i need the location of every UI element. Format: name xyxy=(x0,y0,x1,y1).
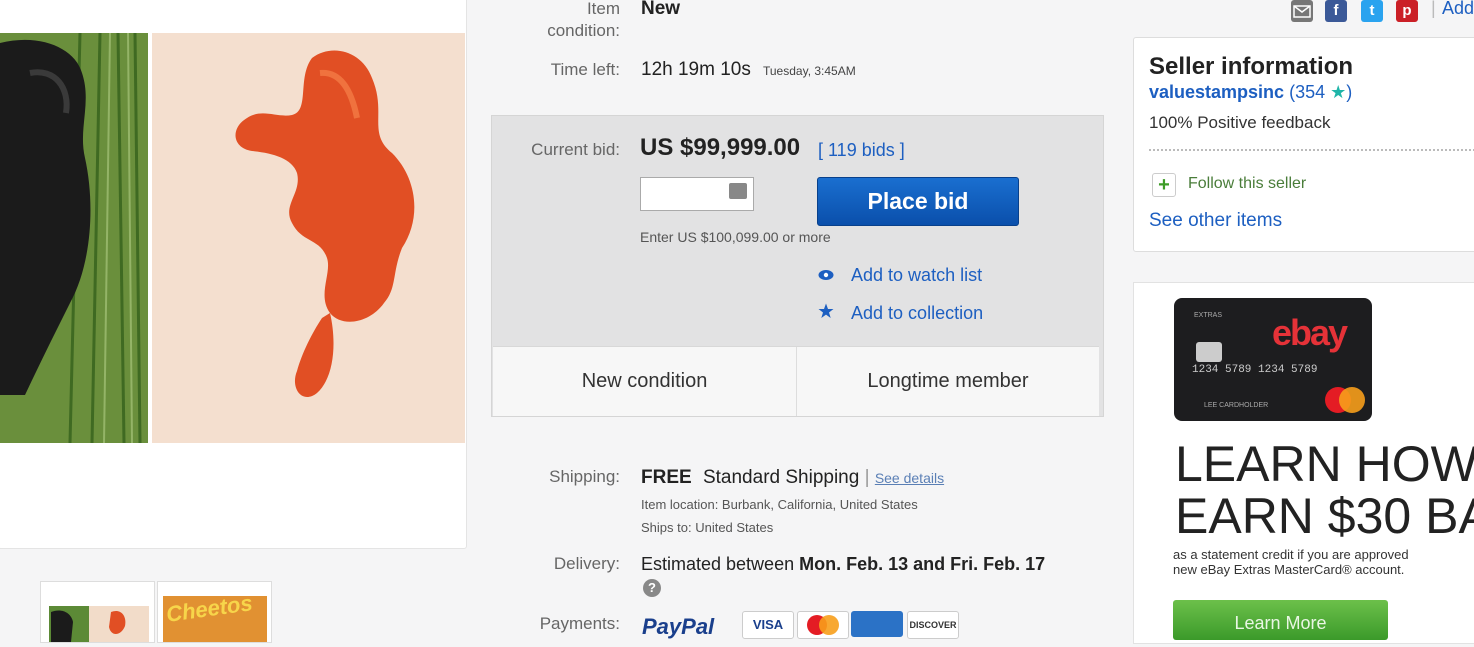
card-holder: LEE CARDHOLDER xyxy=(1204,402,1269,409)
add-to-list-link[interactable]: Add xyxy=(1442,0,1474,19)
visa-logo: VISA xyxy=(742,611,794,639)
ad-body: as a statement credit if you are approve… xyxy=(1173,547,1409,577)
seller-identity: valuestampsinc (354 ★) xyxy=(1149,82,1352,103)
shipping-line: FREE Standard Shipping | See details xyxy=(641,467,944,489)
ships-to: Ships to: United States xyxy=(641,520,774,535)
paypal-logo: PayPal xyxy=(642,614,715,639)
shipping-label: Shipping: xyxy=(549,467,620,486)
seller-score[interactable]: (354 xyxy=(1289,82,1325,102)
ad-body-line2: new eBay Extras MasterCard® account. xyxy=(1173,562,1405,577)
learn-more-button[interactable]: Learn More xyxy=(1173,600,1388,640)
keyboard-icon xyxy=(729,183,747,199)
card-ebay-logo: ebay xyxy=(1272,312,1348,353)
card-tier: EXTRAS xyxy=(1194,312,1223,319)
ad-headline-line1: LEARN HOW xyxy=(1175,436,1474,492)
twitter-icon[interactable]: t xyxy=(1361,0,1383,22)
payments-label: Payments: xyxy=(539,614,620,633)
delivery-dates: Mon. Feb. 13 and Fri. Feb. 17 xyxy=(799,554,1046,574)
thumbnail-gorilla[interactable] xyxy=(40,581,155,643)
ad-headline: LEARN HOW EARN $30 BA xyxy=(1175,438,1474,542)
condition-label: Item condition: xyxy=(490,0,620,42)
time-left-value: 12h 19m 10s xyxy=(641,59,751,80)
ad-headline-line2: EARN $30 BA xyxy=(1175,488,1474,544)
item-location: Item location: Burbank, California, Unit… xyxy=(641,497,918,512)
time-left-end: Tuesday, 3:45AM xyxy=(763,64,856,78)
pinterest-icon[interactable]: p xyxy=(1396,0,1418,22)
watch-list-link[interactable]: Add to watch list xyxy=(818,265,982,286)
place-bid-button[interactable]: Place bid xyxy=(817,177,1019,226)
card-chip xyxy=(1196,342,1222,362)
current-bid-value: US $99,999.00 xyxy=(640,134,801,161)
time-left-label: Time left: xyxy=(550,60,620,79)
bid-count-link[interactable]: [ 119 bids ] xyxy=(818,140,905,161)
ebay-credit-card-image: EXTRAS ebay 1234 5789 1234 5789 LEE CARD… xyxy=(1174,298,1372,421)
condition-value: New xyxy=(641,0,681,19)
share-divider: | xyxy=(1431,0,1436,18)
seller-divider xyxy=(1149,149,1474,151)
shipping-method: Standard Shipping xyxy=(702,467,860,488)
ad-body-line1: as a statement credit if you are approve… xyxy=(1173,547,1409,562)
watch-list-label: Add to watch list xyxy=(851,265,983,285)
eye-icon xyxy=(818,265,836,286)
shipping-separator: | xyxy=(864,467,870,488)
delivery-estimate: Estimated between Mon. Feb. 13 and Fri. … xyxy=(641,554,1045,575)
follow-seller-link[interactable]: Follow this seller xyxy=(1188,175,1306,193)
cheeto-photo[interactable] xyxy=(152,33,465,443)
condition-label-text: Item condition: xyxy=(547,0,620,40)
seller-star-icon: ★ xyxy=(1330,82,1347,102)
discover-logo: DISCOVER xyxy=(907,611,959,639)
card-mastercard-logo xyxy=(1322,386,1368,419)
seller-feedback: 100% Positive feedback xyxy=(1149,113,1331,132)
see-other-items-link[interactable]: See other items xyxy=(1149,210,1282,232)
see-details-link[interactable]: See details xyxy=(875,470,944,486)
bid-minimum-hint: Enter US $100,099.00 or more xyxy=(640,229,831,245)
delivery-text: Estimated between xyxy=(641,554,795,574)
collection-label: Add to collection xyxy=(851,303,984,323)
shipping-free: FREE xyxy=(641,467,692,488)
amex-logo xyxy=(851,611,903,637)
card-number: 1234 5789 1234 5789 xyxy=(1192,364,1318,376)
email-icon[interactable] xyxy=(1291,0,1313,22)
seller-badges-bar: New condition Longtime member xyxy=(493,346,1099,416)
collection-link[interactable]: Add to collection xyxy=(818,303,983,324)
current-bid-label: Current bid: xyxy=(531,140,620,159)
seller-heading: Seller information xyxy=(1149,53,1354,80)
mastercard-logo xyxy=(797,611,849,639)
delivery-help-icon[interactable]: ? xyxy=(643,579,661,597)
badge-new-condition: New condition xyxy=(493,347,797,416)
follow-plus-icon[interactable]: + xyxy=(1152,173,1176,197)
seller-name-link[interactable]: valuestampsinc xyxy=(1149,82,1284,102)
seller-score-close: ) xyxy=(1346,82,1353,102)
thumbnail-cheetos-bag[interactable]: Cheetos xyxy=(157,581,272,643)
delivery-label: Delivery: xyxy=(553,554,620,573)
gorilla-photo[interactable] xyxy=(0,33,148,443)
facebook-icon[interactable]: f xyxy=(1325,0,1347,22)
bid-amount-input[interactable] xyxy=(640,177,754,211)
badge-longtime-member: Longtime member xyxy=(867,370,1029,392)
star-icon xyxy=(818,303,836,324)
